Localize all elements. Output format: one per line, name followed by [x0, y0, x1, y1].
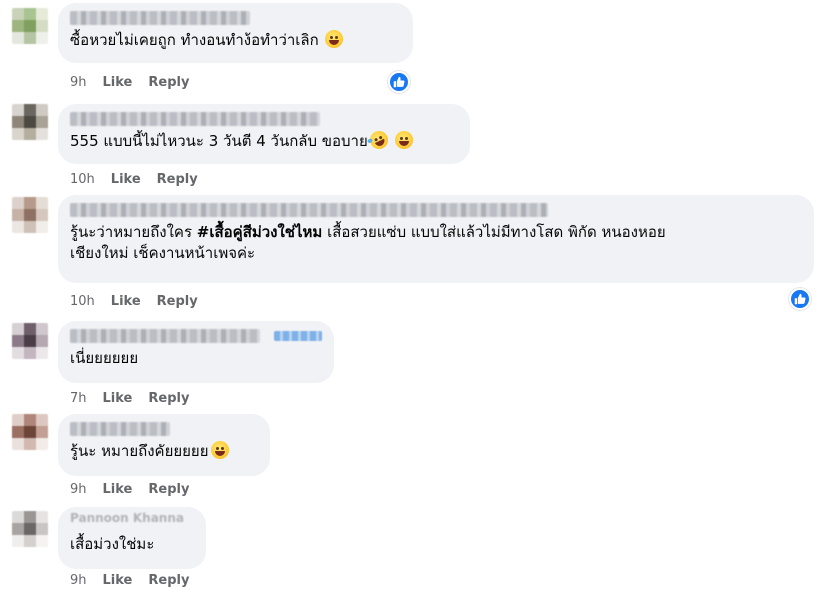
hashtag-link[interactable]: #เสื้อคู่สีม่วงใช่ไหม: [197, 223, 323, 241]
timestamp[interactable]: 10h: [70, 294, 95, 309]
timestamp[interactable]: 10h: [70, 172, 95, 187]
reply-button[interactable]: Reply: [157, 294, 198, 309]
author-name-blurred[interactable]: [70, 422, 170, 436]
reply-button[interactable]: Reply: [148, 391, 189, 406]
comment-bubble: Pannoon Khanna เสื้อม่วงใช่มะ: [58, 507, 206, 569]
reply-button[interactable]: Reply: [148, 75, 189, 90]
like-reaction-icon[interactable]: [789, 288, 811, 310]
timestamp[interactable]: 9h: [70, 573, 87, 588]
avatar[interactable]: [12, 197, 48, 233]
like-reaction-icon[interactable]: [388, 71, 410, 93]
comment-bubble: 555 แบบนี้ไม่ไหวนะ 3 วันตี 4 วันกลับ ขอบ…: [58, 104, 470, 164]
like-button[interactable]: Like: [111, 172, 141, 187]
avatar[interactable]: [12, 414, 48, 450]
comment-bubble: เนี่ยยยยยย: [58, 321, 334, 383]
comment-bubble: รู้นะ หมายถึงคัยยยยย: [58, 414, 270, 476]
comment-text-line-1: รู้นะว่าหมายถึงใคร #เสื้อคู่สีม่วงใช่ไหม…: [70, 223, 666, 241]
avatar[interactable]: [12, 104, 48, 140]
comment-actions: 9h Like Reply: [70, 482, 205, 497]
comment-text: 555 แบบนี้ไม่ไหวนะ 3 วันตี 4 วันกลับ ขอบ…: [70, 128, 458, 152]
like-button[interactable]: Like: [103, 391, 133, 406]
author-name-blurred[interactable]: [70, 329, 260, 343]
author-name-blurred[interactable]: Pannoon Khanna: [70, 511, 184, 525]
author-name-blurred[interactable]: [70, 112, 320, 126]
like-button[interactable]: Like: [111, 294, 141, 309]
comment-text-line-2: เชียงใหม่ เช็คงานหน้าเพจค่ะ: [70, 244, 256, 262]
rofl-face-icon: [366, 128, 391, 152]
timestamp[interactable]: 7h: [70, 391, 87, 406]
like-button[interactable]: Like: [103, 75, 133, 90]
timestamp[interactable]: 9h: [70, 75, 87, 90]
reply-button[interactable]: Reply: [157, 172, 198, 187]
timestamp[interactable]: 9h: [70, 482, 87, 497]
smiling-face-icon: [325, 30, 344, 48]
comment-text: รู้นะ หมายถึงคัยยยยย: [70, 441, 258, 462]
grinning-face-icon: [394, 131, 413, 149]
comment-actions: 10h Like Reply: [70, 172, 214, 187]
author-name-blurred[interactable]: [70, 203, 548, 217]
avatar[interactable]: [12, 8, 48, 44]
comment-text: ซื้อหวยไม่เคยถูก ทำงอนทำง้อทำว่าเลิก: [70, 30, 401, 51]
comment-actions: 7h Like Reply: [70, 391, 205, 406]
comment-bubble: ซื้อหวยไม่เคยถูก ทำงอนทำง้อทำว่าเลิก: [58, 3, 413, 63]
like-button[interactable]: Like: [103, 573, 133, 588]
author-name-blurred[interactable]: [70, 11, 250, 25]
comment-actions: 9h Like Reply: [70, 573, 205, 588]
author-badge-blurred: [274, 331, 322, 341]
comment-bubble: รู้นะว่าหมายถึงใคร #เสื้อคู่สีม่วงใช่ไหม…: [58, 195, 814, 283]
like-button[interactable]: Like: [103, 482, 133, 497]
comment-actions: 9h Like Reply: [70, 75, 205, 90]
grinning-face-icon: [210, 441, 229, 459]
reply-button[interactable]: Reply: [148, 573, 189, 588]
avatar[interactable]: [12, 323, 48, 359]
comment-text: เสื้อม่วงใช่มะ: [70, 535, 155, 553]
comment-text: เนี่ยยยยยย: [70, 349, 139, 367]
reply-button[interactable]: Reply: [148, 482, 189, 497]
avatar[interactable]: [12, 511, 48, 547]
comment-actions: 10h Like Reply: [70, 294, 214, 309]
